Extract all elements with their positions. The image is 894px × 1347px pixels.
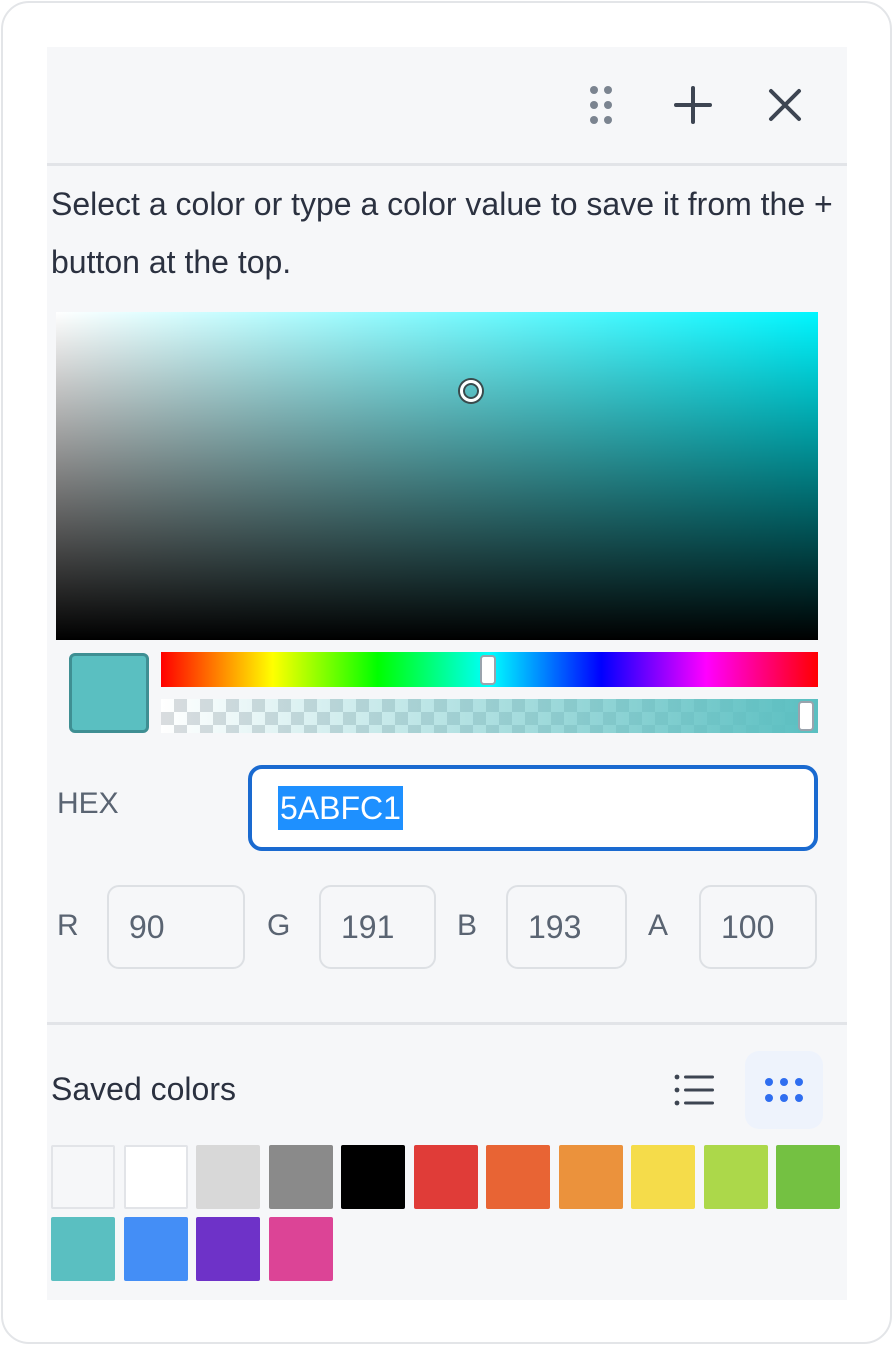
green-input[interactable]: 191 [319,885,436,969]
hue-slider-handle[interactable] [480,655,496,685]
saved-color-swatch[interactable] [51,1145,115,1209]
saved-color-swatch[interactable] [486,1145,550,1209]
drag-handle-button[interactable] [571,75,631,135]
saved-color-swatch[interactable] [776,1145,840,1209]
saved-color-swatch[interactable] [196,1217,260,1281]
hue-slider[interactable] [161,652,818,687]
red-input[interactable]: 90 [107,885,245,969]
toolbar [47,47,847,165]
close-button[interactable] [755,75,815,135]
saved-color-swatch[interactable] [269,1145,333,1209]
grid-view-icon [765,1078,803,1102]
alpha-input[interactable]: 100 [699,885,817,969]
saved-color-swatch[interactable] [124,1145,188,1209]
list-view-icon [674,1074,714,1106]
close-icon [769,89,801,121]
blue-label: B [457,909,478,942]
saved-color-swatch[interactable] [559,1145,623,1209]
color-cursor[interactable] [460,380,482,402]
hex-input[interactable]: 5ABFC1 [248,765,818,851]
add-color-button[interactable] [663,75,723,135]
blue-input[interactable]: 193 [506,885,627,969]
saved-color-swatch[interactable] [631,1145,695,1209]
saved-divider [47,1022,847,1025]
red-label: R [57,909,79,942]
toolbar-divider [47,163,847,166]
plus-icon [674,86,712,124]
saved-color-swatch[interactable] [196,1145,260,1209]
saved-color-swatch[interactable] [704,1145,768,1209]
green-value: 191 [341,908,395,945]
list-view-button[interactable] [655,1051,733,1129]
saved-color-swatch[interactable] [269,1217,333,1281]
saved-color-swatch[interactable] [124,1217,188,1281]
alpha-slider[interactable] [161,699,818,733]
instructions-text: Select a color or type a color value to … [51,186,833,280]
saved-colors-title: Saved colors [51,1071,236,1107]
alpha-value: 100 [721,908,775,945]
red-value: 90 [129,908,165,945]
grid-view-button[interactable] [745,1051,823,1129]
saved-color-swatch[interactable] [51,1217,115,1281]
current-color-preview [69,653,149,733]
saved-color-swatch[interactable] [341,1145,405,1209]
saved-color-swatch[interactable] [414,1145,478,1209]
alpha-slider-handle[interactable] [798,701,814,731]
color-picker-panel: Select a color or type a color value to … [47,47,847,1300]
saturation-value-area[interactable] [56,312,818,640]
alpha-label: A [648,909,669,942]
blue-value: 193 [528,908,582,945]
drag-handle-icon [590,86,612,124]
green-label: G [267,909,291,942]
hex-label: HEX [57,787,119,820]
hex-input-value: 5ABFC1 [278,786,403,830]
